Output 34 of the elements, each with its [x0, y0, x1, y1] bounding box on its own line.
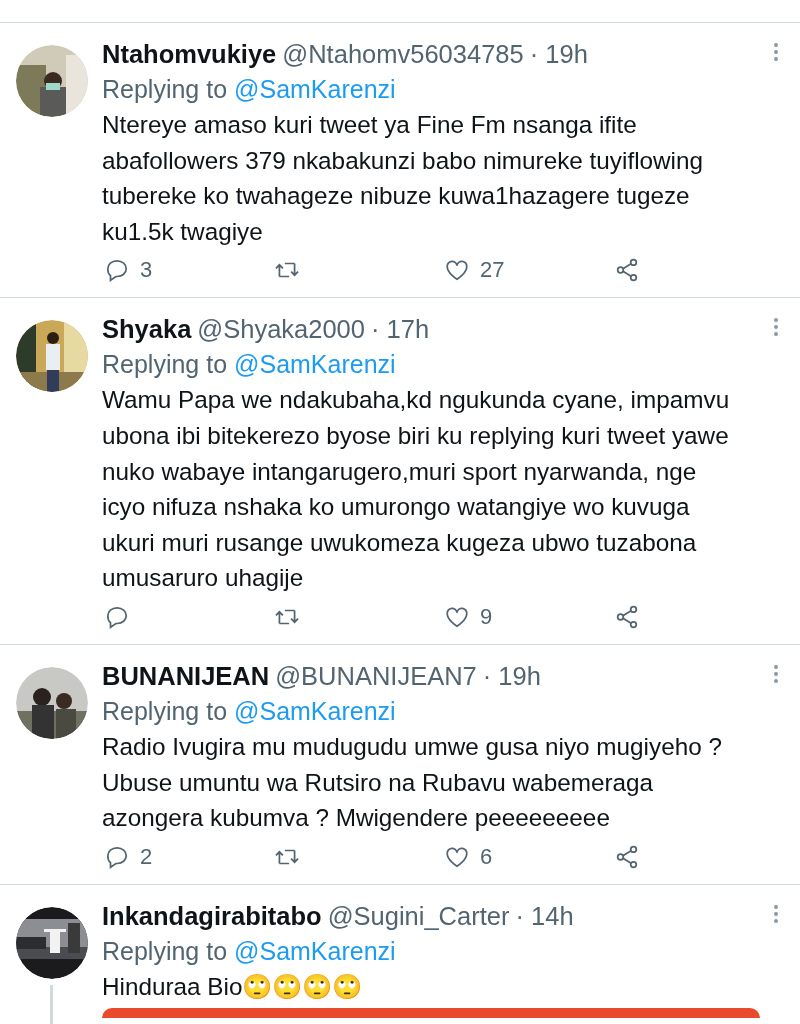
- reply-icon[interactable]: [104, 257, 130, 284]
- more-icon[interactable]: [774, 904, 778, 923]
- tweet-text: Ntereye amaso kuri tweet ya Fine Fm nsanga ifite abafollowers 379 nkabakunzi babo nimureke tuyiflowing tubereke ko twahageze nibuze kuwa1hazagere tugeze ku1.5k twagiye: [102, 110, 705, 247]
- user-name[interactable]: BUNANIJEAN: [102, 661, 270, 690]
- replying-label: Replying to: [102, 936, 228, 965]
- share-icon[interactable]: [614, 843, 640, 870]
- more-icon[interactable]: [774, 664, 778, 683]
- more-icon[interactable]: [774, 318, 778, 337]
- user-handle[interactable]: @Shyaka2000: [197, 315, 365, 344]
- tweet-text: Radio Ivugira mu mudugudu umwe gusa niyo mugiyeho ? Ubuse umuntu wa Rutsiro na Rubavu wabemeraga azongera kubumva ? Mwigendere peeeeeeeee: [102, 731, 723, 834]
- user-name[interactable]: Shyaka: [102, 315, 192, 344]
- timestamp[interactable]: · 19h: [482, 661, 541, 690]
- tweet-text: Hinduraa Bio🙄🙄🙄🙄: [102, 971, 364, 1002]
- replying-label: Replying to: [102, 75, 228, 103]
- reply-count: 3: [140, 257, 153, 284]
- share-icon[interactable]: [614, 603, 640, 630]
- share-icon[interactable]: [614, 257, 640, 284]
- replying-label: Replying to: [102, 350, 228, 379]
- tweet-text: Wamu Papa we ndakubaha,kd ngukunda cyane, impamvu ubona ibi bitekerezo byose biri ku replying kuri tweet yawe nuko wabaye intangarugero,muri sport nyarwanda, nge icyo nifuza nshaka ko umurongo watangiye wo kuvuga ukuri muri rusange uwukomeza kugeza ubwo tuzabona umusaruro uhagije: [102, 385, 731, 594]
- like-count: 27: [480, 257, 505, 284]
- timestamp[interactable]: · 17h: [371, 315, 430, 344]
- timestamp[interactable]: · 19h: [529, 40, 588, 68]
- timestamp[interactable]: · 14h: [515, 901, 574, 930]
- user-name[interactable]: Ntahomvukiye: [102, 40, 277, 68]
- user-name[interactable]: Inkandagirabitabo: [102, 901, 322, 930]
- user-handle[interactable]: @BUNANIJEAN7: [275, 661, 477, 690]
- user-handle[interactable]: @Ntahomv56034785: [282, 40, 524, 68]
- replying-label: Replying to: [102, 696, 228, 725]
- media-card[interactable]: [102, 1008, 760, 1019]
- more-icon[interactable]: [774, 43, 778, 61]
- user-handle[interactable]: @Sugini_Carter: [327, 901, 510, 930]
- reply-count: 2: [140, 843, 153, 870]
- like-count: 6: [480, 843, 493, 870]
- like-count: 9: [480, 603, 493, 630]
